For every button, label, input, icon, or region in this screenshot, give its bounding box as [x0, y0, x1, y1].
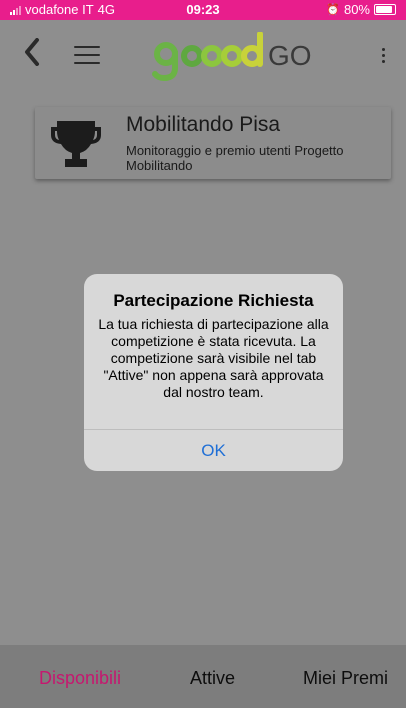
ok-button[interactable]: OK [84, 430, 343, 471]
goodgo-logo: GO [150, 31, 320, 87]
tab-miei-premi[interactable]: Miei Premi [303, 668, 388, 689]
battery-icon [374, 4, 396, 15]
back-icon[interactable] [24, 38, 40, 71]
more-options-icon[interactable] [382, 48, 386, 66]
competition-card[interactable]: Mobilitando Pisa Monitoraggio e premio u… [35, 107, 391, 179]
competition-subtitle: Monitoraggio e premio utenti Progetto Mo… [126, 143, 344, 173]
alert-title: Partecipazione Richiesta [113, 291, 314, 310]
trophy-icon [51, 117, 101, 174]
battery-percent: 80% [343, 2, 370, 17]
competition-title: Mobilitando Pisa [126, 113, 281, 136]
status-bar: vodafone IT 4G 09:23 ⏰ 80% [0, 0, 406, 20]
hamburger-menu-icon[interactable] [74, 46, 100, 70]
tab-bar: Disponibili Attive Miei Premi [0, 645, 406, 708]
tab-attive[interactable]: Attive [190, 668, 235, 689]
alarm-icon: ⏰ [326, 4, 340, 16]
status-right: ⏰ 80% [326, 2, 396, 17]
app-header: GO [0, 20, 406, 90]
logo-text: GO [268, 40, 312, 71]
app-screen: vodafone IT 4G 09:23 ⏰ 80% GO Mobilitand… [0, 0, 406, 708]
tab-disponibili[interactable]: Disponibili [39, 668, 121, 689]
alert-message: La tua richiesta di partecipazione alla … [98, 316, 329, 400]
alert-dialog: Partecipazione Richiesta La tua richiest… [84, 274, 343, 471]
